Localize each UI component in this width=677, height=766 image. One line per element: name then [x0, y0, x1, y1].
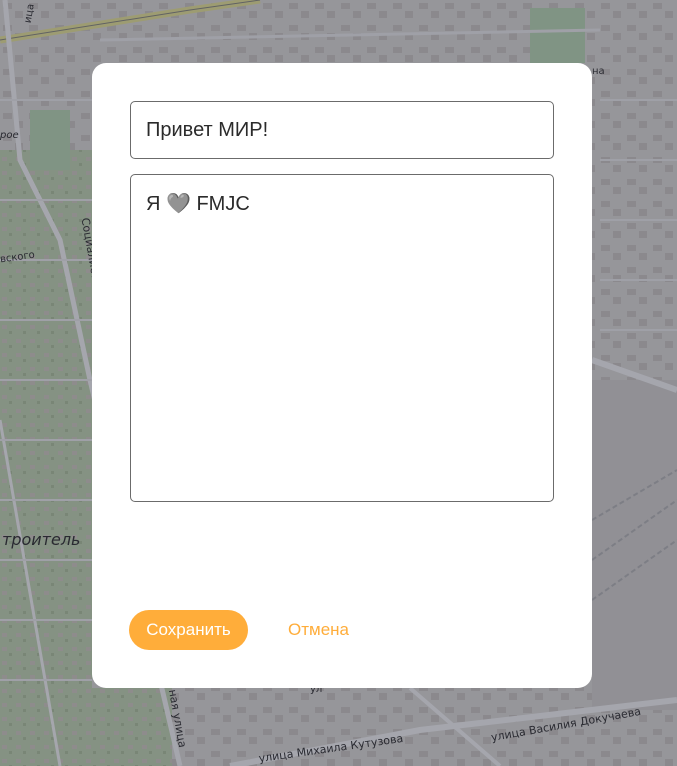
title-input[interactable]: [130, 101, 554, 159]
save-button[interactable]: Сохранить: [129, 610, 248, 650]
body-textarea[interactable]: Я 🩶 FMJC: [130, 174, 554, 502]
edit-note-dialog: Я 🩶 FMJC Сохранить Отмена: [92, 63, 592, 688]
cancel-button[interactable]: Отмена: [278, 610, 359, 650]
